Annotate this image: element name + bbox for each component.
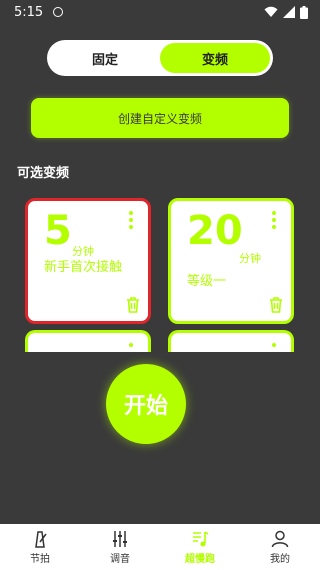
nav-item-tuning[interactable]: 调音: [80, 524, 160, 570]
person-icon: [271, 530, 289, 547]
nav-item-slow-jog[interactable]: 超慢跑: [160, 524, 240, 570]
more-menu-icon[interactable]: [128, 211, 134, 229]
cell-signal-icon: [283, 6, 295, 18]
card-minutes: 5: [44, 208, 72, 254]
status-bar: 5:15: [0, 0, 320, 24]
create-custom-button[interactable]: 创建自定义变频: [31, 98, 289, 138]
card-unit: 分钟: [239, 252, 261, 265]
status-time: 5:15: [14, 4, 44, 20]
tab-fixed[interactable]: 固定: [50, 43, 160, 73]
nav-label: 节拍: [30, 553, 50, 565]
music-note-icon: [193, 530, 209, 546]
metronome-icon: [35, 530, 47, 548]
preset-card-4[interactable]: [168, 330, 294, 352]
mode-toggle: 固定 变频: [47, 40, 273, 76]
nav-label: 调音: [110, 553, 130, 565]
nav-item-profile[interactable]: 我的: [240, 524, 320, 570]
card-minutes: 20: [187, 208, 243, 254]
preset-card-3[interactable]: [25, 330, 151, 352]
status-icons: [264, 5, 308, 19]
battery-icon: [300, 5, 308, 19]
more-menu-icon[interactable]: [271, 343, 277, 349]
card-name: 等级一: [187, 274, 227, 289]
notification-dot-icon: [53, 7, 64, 17]
card-unit: 分钟: [72, 245, 94, 258]
preset-card-1[interactable]: 5 分钟 新手首次接触: [25, 198, 151, 324]
card-name: 新手首次接触: [44, 260, 123, 275]
nav-label: 我的: [270, 553, 290, 565]
preset-card-2[interactable]: 20 分钟 等级一: [168, 198, 294, 324]
trash-icon[interactable]: [126, 297, 140, 313]
more-menu-icon[interactable]: [128, 343, 134, 349]
start-button[interactable]: 开始: [106, 364, 186, 444]
bottom-nav: 节拍 调音 超慢跑 我的: [0, 524, 320, 570]
nav-label: 超慢跑: [185, 553, 215, 565]
tab-variable[interactable]: 变频: [160, 43, 270, 73]
wifi-icon: [264, 6, 278, 17]
more-menu-icon[interactable]: [271, 211, 277, 229]
mixer-sliders-icon: [113, 530, 127, 547]
section-title: 可选变频: [17, 166, 70, 181]
nav-item-metronome[interactable]: 节拍: [0, 524, 80, 570]
trash-icon[interactable]: [269, 297, 283, 313]
